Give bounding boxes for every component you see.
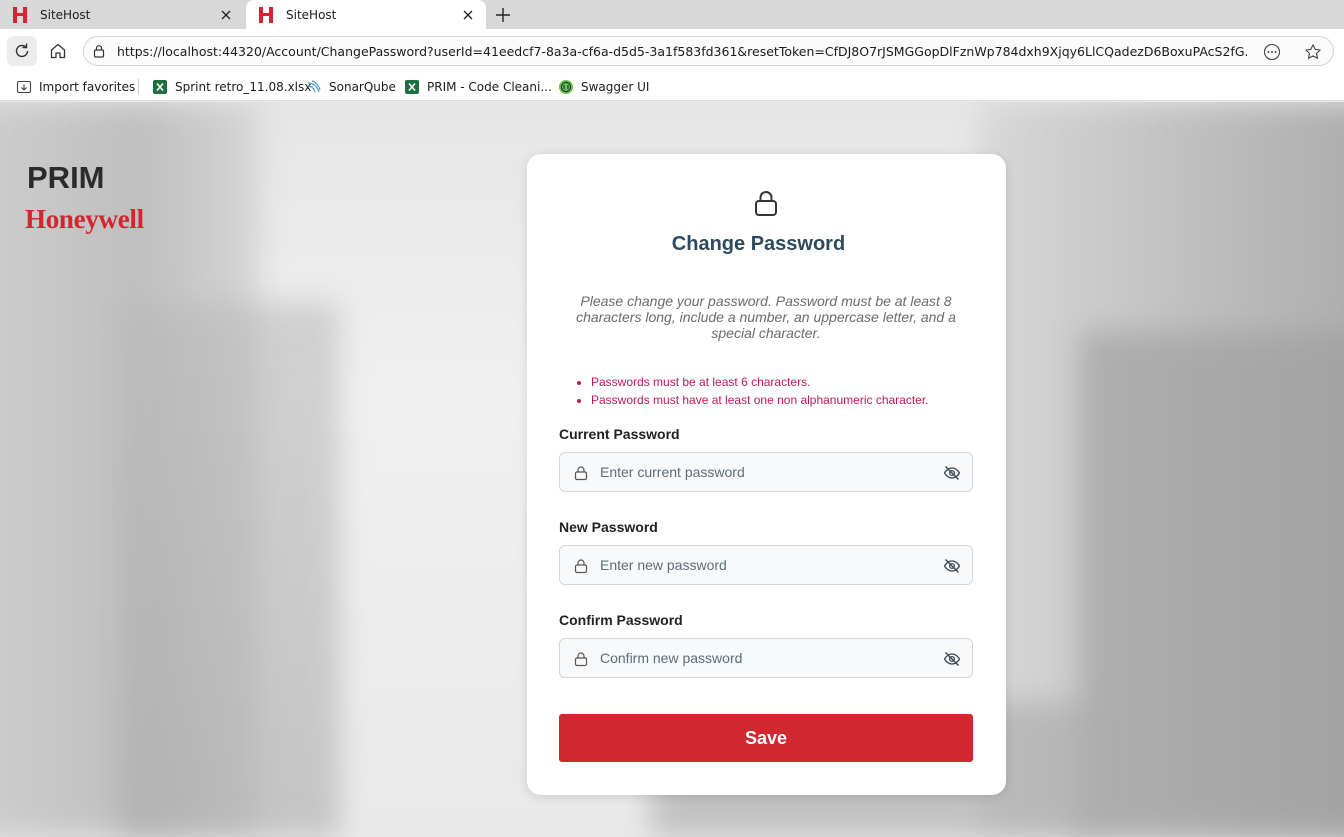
- eye-slash-icon: [943, 466, 961, 480]
- lock-icon: [574, 559, 588, 574]
- browser-toolbar: https://localhost:44320/Account/ChangePa…: [0, 29, 1344, 73]
- current-password-input[interactable]: [600, 462, 920, 482]
- url-text[interactable]: https://localhost:44320/Account/ChangePa…: [117, 44, 1247, 60]
- browser-tab-2[interactable]: SiteHost: [246, 0, 486, 29]
- lock-icon[interactable]: [92, 44, 106, 58]
- current-password-label: Current Password: [559, 426, 680, 442]
- favorites-item-swagger[interactable]: Swagger UI: [558, 78, 649, 96]
- favorites-item-label: Swagger UI: [581, 80, 650, 94]
- reload-icon: [15, 43, 29, 58]
- tab-title: SiteHost: [286, 7, 337, 22]
- favorites-item-import[interactable]: Import favorites: [16, 78, 135, 96]
- lock-icon: [755, 191, 777, 216]
- validation-errors: Passwords must be at least 6 characters.…: [591, 373, 991, 409]
- background-building: [1080, 332, 1344, 837]
- validation-error: Passwords must have at least one non alp…: [591, 391, 991, 409]
- honeywell-h-icon: [12, 6, 28, 23]
- page-title: Change Password: [671, 233, 846, 255]
- new-tab-button[interactable]: [492, 4, 514, 26]
- validation-error: Passwords must be at least 6 characters.: [591, 373, 991, 391]
- tab-strip: SiteHost SiteHost: [0, 0, 1344, 29]
- reload-button[interactable]: [7, 36, 37, 66]
- new-password-field[interactable]: [559, 545, 973, 585]
- favorites-item-label: SonarQube: [329, 80, 396, 94]
- favorites-item-sprint-retro[interactable]: Sprint retro_11.08.xlsx: [152, 78, 311, 96]
- company-logo: Honeywell: [25, 204, 144, 234]
- lock-icon: [574, 466, 588, 481]
- favorites-divider: [138, 79, 139, 95]
- password-requirements-text: Please change your password. Password mu…: [576, 293, 956, 341]
- toggle-visibility-button[interactable]: [942, 556, 962, 576]
- home-button[interactable]: [43, 36, 73, 66]
- close-icon[interactable]: [218, 7, 234, 23]
- eye-slash-icon: [943, 559, 961, 573]
- lock-icon: [574, 652, 588, 667]
- favorites-item-label: Import favorites: [39, 80, 136, 94]
- product-name: PRIM: [27, 160, 105, 195]
- background-building: [120, 302, 340, 837]
- favorites-item-sonarqube[interactable]: SonarQube: [306, 78, 396, 96]
- confirm-password-input[interactable]: [600, 648, 920, 668]
- honeywell-h-icon: [258, 6, 274, 23]
- tab-title: SiteHost: [40, 7, 91, 22]
- excel-icon: [152, 79, 168, 95]
- import-icon: [16, 79, 32, 95]
- page-background: PRIM Honeywell Change Password Please ch…: [0, 102, 1344, 837]
- eye-slash-icon: [943, 652, 961, 666]
- swagger-icon: [558, 79, 574, 95]
- new-password-label: New Password: [559, 519, 658, 535]
- new-password-input[interactable]: [600, 555, 920, 575]
- excel-icon: [404, 79, 420, 95]
- favorites-item-label: Sprint retro_11.08.xlsx: [175, 80, 312, 94]
- change-password-card: Change Password Please change your passw…: [527, 154, 1006, 795]
- favorite-button[interactable]: [1303, 42, 1323, 62]
- favorites-bar: Import favorites Sprint retro_11.08.xlsx…: [0, 73, 1344, 101]
- save-button[interactable]: Save: [559, 714, 973, 762]
- confirm-password-field[interactable]: [559, 638, 973, 678]
- plus-icon: [496, 8, 510, 22]
- more-options-icon: [1263, 43, 1281, 61]
- confirm-password-label: Confirm Password: [559, 612, 683, 628]
- browser-tab-1[interactable]: SiteHost: [0, 0, 244, 29]
- address-bar[interactable]: https://localhost:44320/Account/ChangePa…: [83, 36, 1334, 66]
- sonarqube-icon: [306, 79, 322, 95]
- home-icon: [50, 43, 66, 59]
- toggle-visibility-button[interactable]: [942, 649, 962, 669]
- favorites-item-prim-code-cleaning[interactable]: PRIM - Code Cleani...: [404, 78, 552, 96]
- current-password-field[interactable]: [559, 452, 973, 492]
- toggle-visibility-button[interactable]: [942, 463, 962, 483]
- favorites-item-label: PRIM - Code Cleani...: [427, 80, 552, 94]
- page-options-button[interactable]: [1262, 42, 1282, 62]
- close-icon[interactable]: [460, 7, 476, 23]
- star-icon: [1305, 44, 1321, 59]
